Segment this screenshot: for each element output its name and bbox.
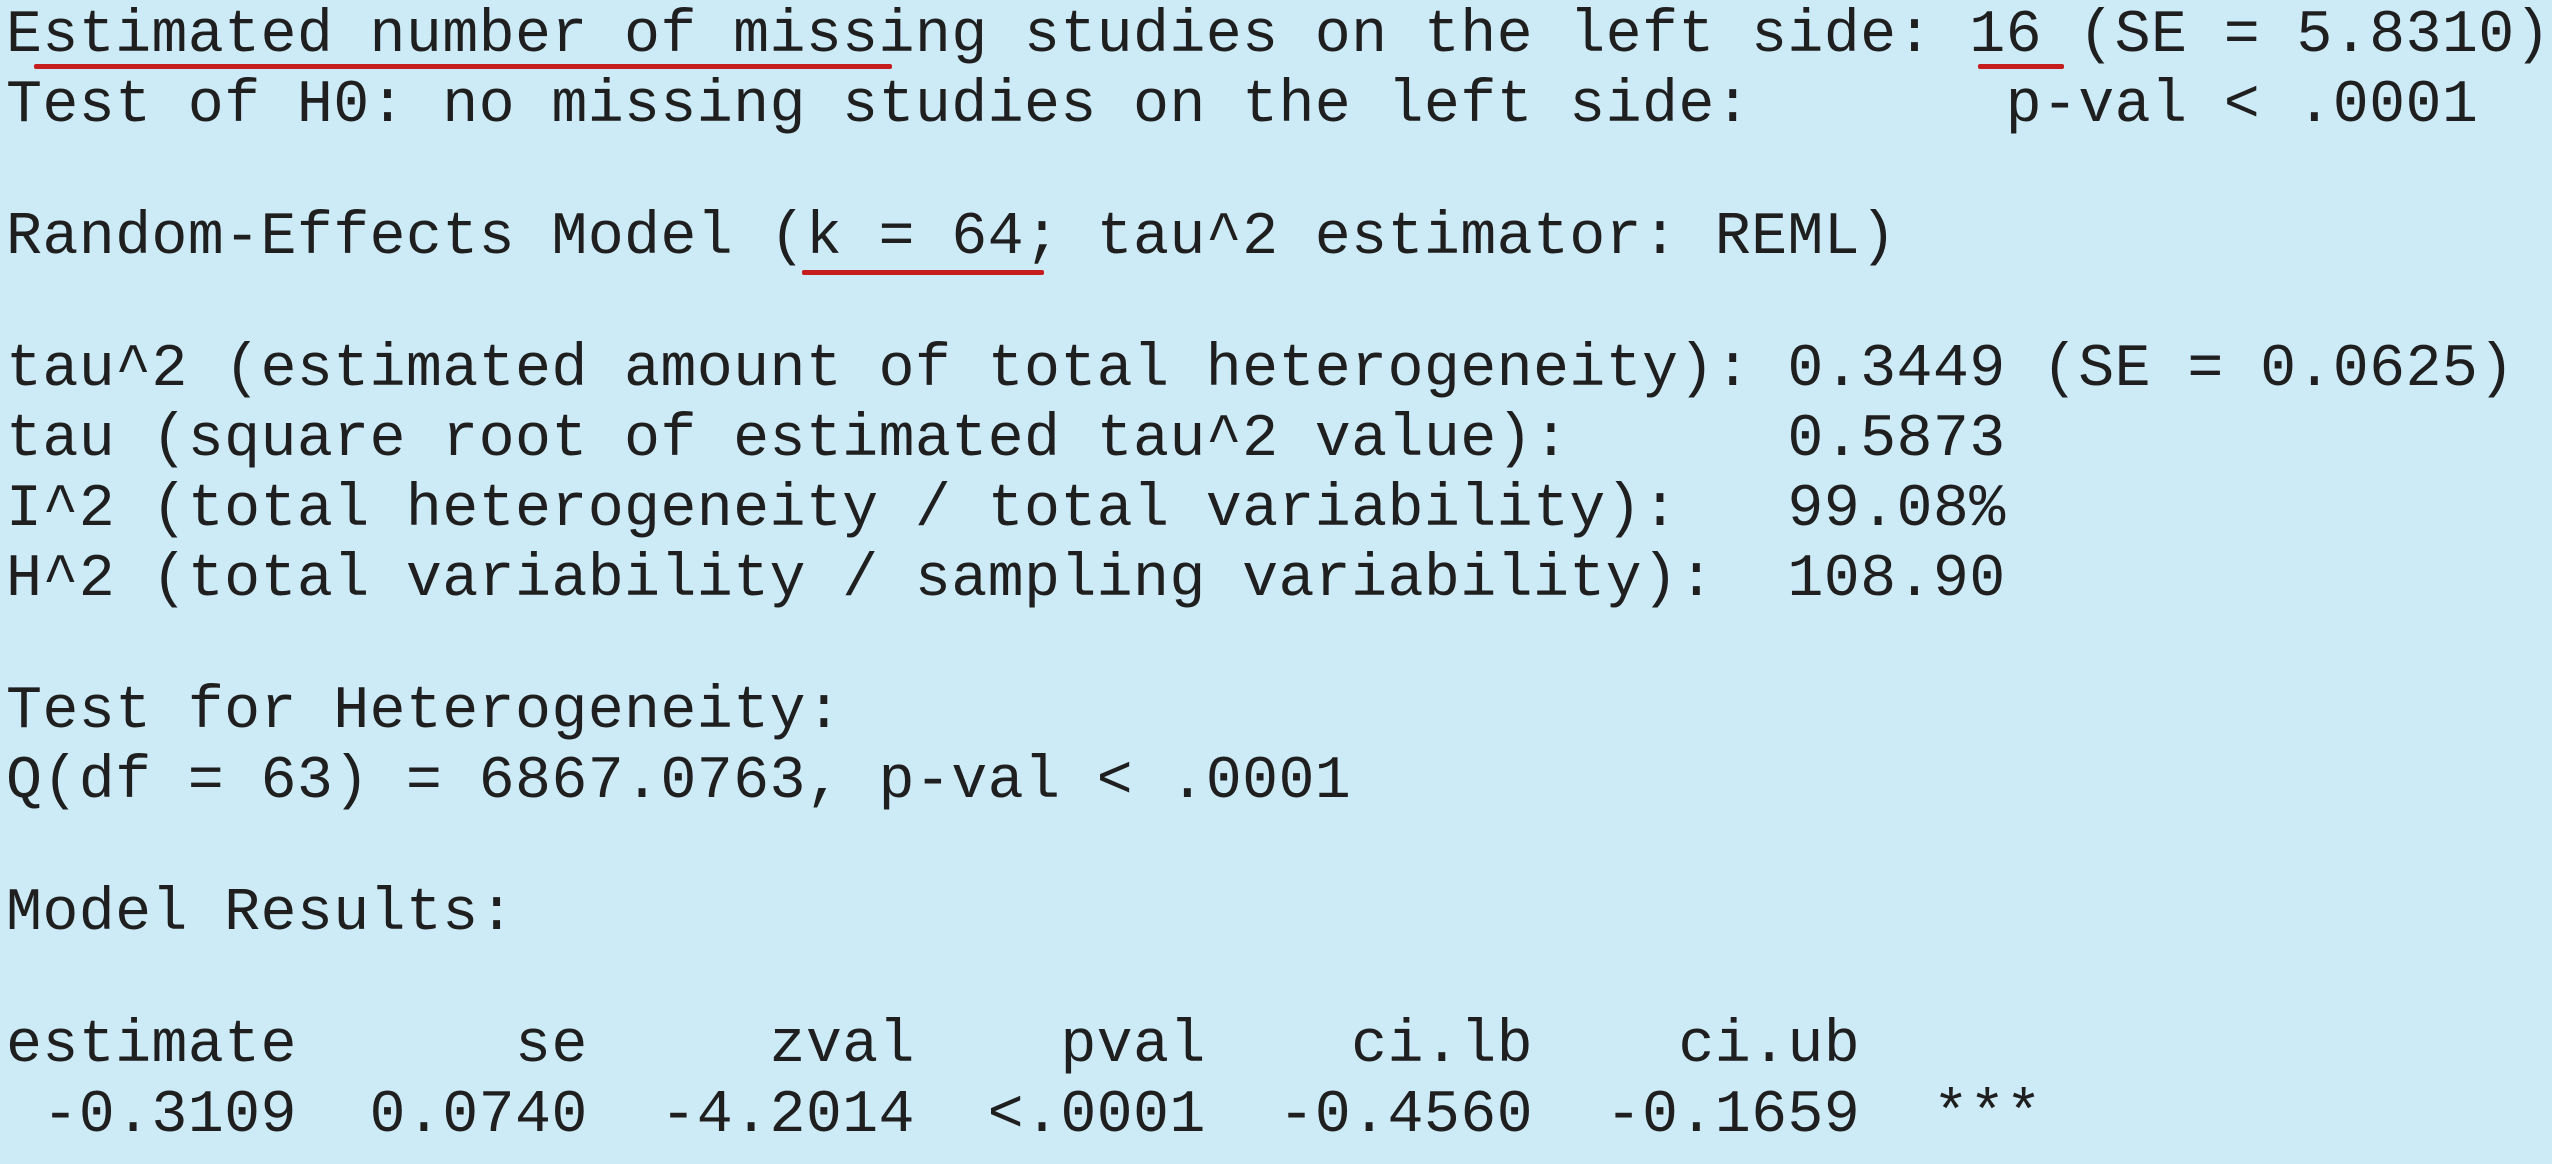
model-results-header-row: estimate se zval pval ci.lb ci.ub bbox=[6, 1012, 1861, 1080]
model-results-values-row: -0.3109 0.0740 -4.2014 <.0001 -0.4560 -0… bbox=[6, 1082, 2042, 1150]
random-effects-model-line: Random-Effects Model (k = 64; tau^2 esti… bbox=[6, 204, 1897, 272]
missing-studies-estimate-line: Estimated number of missing studies on t… bbox=[6, 2, 2551, 70]
tau-line: tau (square root of estimated tau^2 valu… bbox=[6, 406, 2006, 474]
model-results-heading: Model Results: bbox=[6, 880, 515, 948]
r-console-output: Estimated number of missing studies on t… bbox=[0, 0, 2552, 1164]
q-statistic-line: Q(df = 63) = 6867.0763, p-val < .0001 bbox=[6, 748, 1352, 816]
heterogeneity-test-heading: Test for Heterogeneity: bbox=[6, 678, 843, 746]
tau-squared-line: tau^2 (estimated amount of total heterog… bbox=[6, 336, 2515, 404]
annotation-underline-sixteen bbox=[1978, 64, 2064, 69]
i-squared-line: I^2 (total heterogeneity / total variabi… bbox=[6, 476, 2006, 544]
missing-studies-test-line: Test of H0: no missing studies on the le… bbox=[6, 72, 2479, 140]
annotation-underline-k64 bbox=[802, 270, 1044, 275]
annotation-underline-estimated-missing bbox=[34, 64, 892, 69]
h-squared-line: H^2 (total variability / sampling variab… bbox=[6, 546, 2006, 614]
